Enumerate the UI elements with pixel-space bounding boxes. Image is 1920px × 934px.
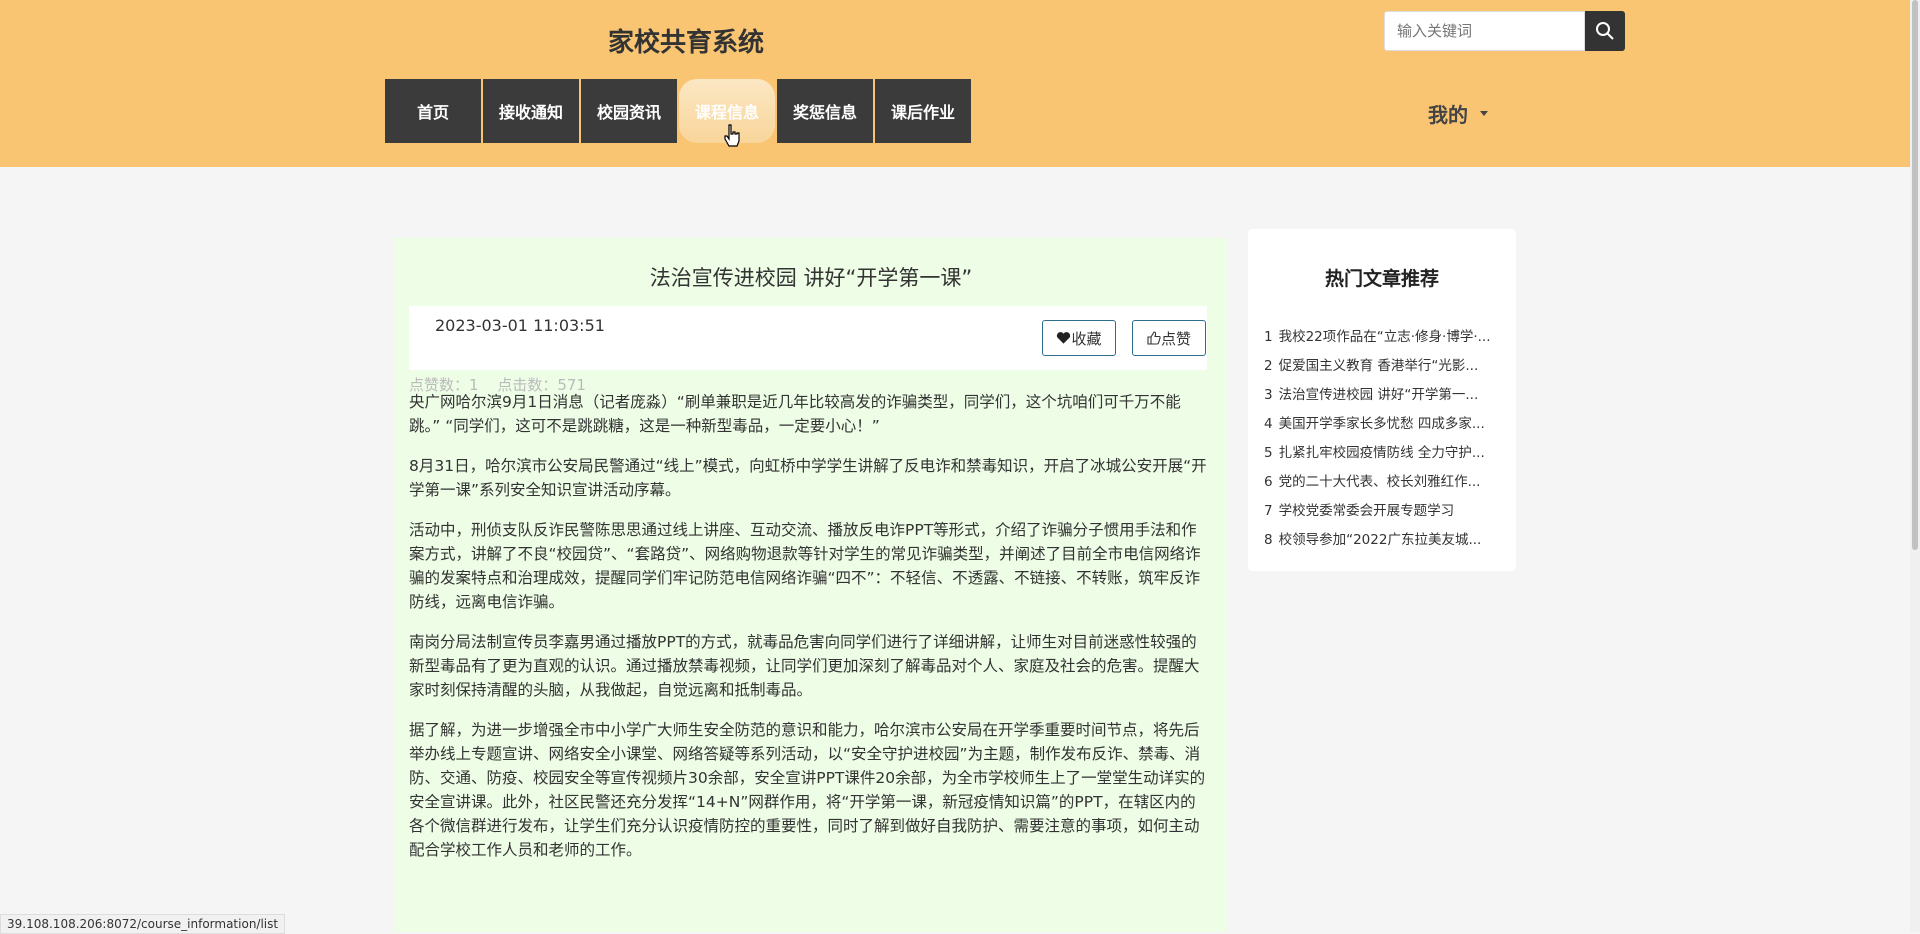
search-icon xyxy=(1596,22,1614,40)
article-paragraph: 活动中，刑侦支队反诈民警陈思思通过线上讲座、互动交流、播放反电诈PPT等形式，介… xyxy=(409,521,1201,611)
hot-article-number: 4 xyxy=(1264,416,1273,432)
hot-article-link[interactable]: 我校22项作品在“立志·修身·博学·... xyxy=(1279,329,1491,345)
nav-item-campus-news[interactable]: 校园资讯 xyxy=(581,79,677,143)
hot-article-item[interactable]: 1 我校22项作品在“立志·修身·博学·... xyxy=(1264,325,1504,354)
favorite-button[interactable]: 收藏 xyxy=(1042,320,1116,356)
article-paragraph: 据了解，为进一步增强全市中小学广大师生安全防范的意识和能力，哈尔滨市公安局在开学… xyxy=(409,721,1206,859)
hot-article-number: 6 xyxy=(1264,474,1273,490)
nav-item-rewards[interactable]: 奖惩信息 xyxy=(777,79,873,143)
nav-item-homework[interactable]: 课后作业 xyxy=(875,79,971,143)
article-title: 法治宣传进校园 讲好“开学第一课” xyxy=(649,266,973,290)
hot-article-number: 3 xyxy=(1264,387,1273,403)
search-input[interactable] xyxy=(1384,11,1585,51)
caret-down-icon xyxy=(1480,111,1488,116)
user-menu-label: 我的 xyxy=(1428,103,1468,127)
article-paragraph: 南岗分局法制宣传员李嘉男通过播放PPT的方式，就毒品危害向同学们进行了详细讲解，… xyxy=(409,633,1200,699)
hot-article-link[interactable]: 美国开学季家长多忧愁 四成多家... xyxy=(1279,416,1485,432)
like-button[interactable]: 点赞 xyxy=(1132,320,1206,356)
like-label: 点赞 xyxy=(1160,329,1191,348)
article-paragraph: 央广网哈尔滨9月1日消息（记者庞淼）“刷单兼职是近几年比较高发的诈骗类型，同学们… xyxy=(409,393,1181,435)
hot-article-number: 8 xyxy=(1264,532,1273,548)
search-button[interactable] xyxy=(1585,11,1625,51)
nav-item-notices[interactable]: 接收通知 xyxy=(483,79,579,143)
hot-article-link[interactable]: 扎紧扎牢校园疫情防线 全力守护... xyxy=(1279,445,1485,461)
article-paragraph: 8月31日，哈尔滨市公安局民警通过“线上”模式，向虹桥中学学生讲解了反电诈和禁毒… xyxy=(409,457,1207,499)
hot-article-item[interactable]: 2 促爱国主义教育 香港举行“光影... xyxy=(1264,354,1504,383)
hot-article-item[interactable]: 7 学校党委常委会开展专题学习 xyxy=(1264,499,1504,528)
hot-article-number: 7 xyxy=(1264,503,1273,519)
heart-icon xyxy=(1057,332,1071,344)
hot-article-item[interactable]: 6 党的二十大代表、校长刘雅红作... xyxy=(1264,470,1504,499)
article-content: 央广网哈尔滨9月1日消息（记者庞淼）“刷单兼职是近几年比较高发的诈骗类型，同学们… xyxy=(409,390,1209,878)
nav-item-home[interactable]: 首页 xyxy=(385,79,481,143)
hot-article-number: 2 xyxy=(1264,358,1273,374)
article-date: 2023-03-01 11:03:51 xyxy=(435,316,605,335)
hot-article-link[interactable]: 党的二十大代表、校长刘雅红作... xyxy=(1279,474,1481,490)
status-bar-url: 39.108.108.206:8072/course_information/l… xyxy=(0,914,286,934)
hot-article-link[interactable]: 学校党委常委会开展专题学习 xyxy=(1279,503,1455,519)
hot-articles-list: 1 我校22项作品在“立志·修身·博学·... 2 促爱国主义教育 香港举行“光影.… xyxy=(1264,325,1504,557)
hot-article-link[interactable]: 法治宣传进校园 讲好“开学第一... xyxy=(1279,387,1479,403)
favorite-label: 收藏 xyxy=(1071,329,1102,348)
hot-article-item[interactable]: 5 扎紧扎牢校园疫情防线 全力守护... xyxy=(1264,441,1504,470)
main-nav: 首页 接收通知 校园资讯 课程信息 奖惩信息 课后作业 xyxy=(385,79,973,143)
hot-article-number: 5 xyxy=(1264,445,1273,461)
hot-article-link[interactable]: 校领导参加“2022广东拉美友城... xyxy=(1279,532,1482,548)
hot-article-link[interactable]: 促爱国主义教育 香港举行“光影... xyxy=(1279,358,1479,374)
user-menu[interactable]: 我的 xyxy=(1428,99,1488,128)
hot-article-item[interactable]: 4 美国开学季家长多忧愁 四成多家... xyxy=(1264,412,1504,441)
hot-article-number: 1 xyxy=(1264,329,1273,345)
hot-articles-title: 热门文章推荐 xyxy=(1324,268,1439,290)
hot-article-item[interactable]: 3 法治宣传进校园 讲好“开学第一... xyxy=(1264,383,1504,412)
hand-cursor-icon xyxy=(724,124,740,147)
scrollbar-thumb[interactable] xyxy=(1912,0,1918,550)
article-panel: 法治宣传进校园 讲好“开学第一课” 2023-03-01 11:03:51 点赞… xyxy=(394,238,1228,932)
site-title: 家校共育系统 xyxy=(608,28,765,58)
site-header: 家校共育系统 首页 接收通知 校园资讯 课程信息 奖惩信息 课后作业 我的 xyxy=(0,0,1910,167)
hot-articles-panel: 热门文章推荐 1 我校22项作品在“立志·修身·博学·... 2 促爱国主义教育 香… xyxy=(1248,229,1516,571)
hot-article-item[interactable]: 8 校领导参加“2022广东拉美友城... xyxy=(1264,528,1504,557)
thumbs-up-icon xyxy=(1147,331,1161,345)
